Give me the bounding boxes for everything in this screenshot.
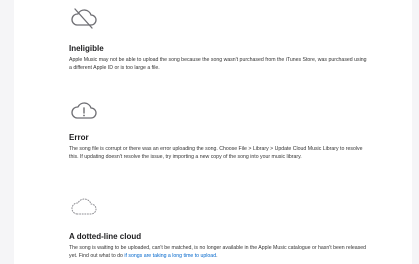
section-ineligible: Ineligible Apple Music may not be able t… xyxy=(69,44,369,72)
text-error: The song file is corrupt or there was an… xyxy=(69,146,363,160)
cloud-exclamation-icon xyxy=(69,98,99,122)
dotted-cloud-icon xyxy=(69,194,99,218)
heading-error: Error xyxy=(69,133,89,142)
link-slow-upload[interactable]: if songs are taking a long time to uploa… xyxy=(124,253,216,259)
text-dotted-cloud: The song is waiting to be uploaded, can'… xyxy=(69,244,369,260)
text-ineligible: Apple Music may not be able to upload th… xyxy=(69,57,367,71)
section-dotted-cloud: A dotted-line cloud The song is waiting … xyxy=(69,232,369,260)
cloud-slash-icon xyxy=(69,6,99,30)
section-error: Error The song file is corrupt or there … xyxy=(69,133,369,161)
text-dotted-suffix: . xyxy=(216,253,218,259)
heading-dotted-cloud: A dotted-line cloud xyxy=(69,232,142,241)
page-content: Ineligible Apple Music may not be able t… xyxy=(14,0,412,264)
heading-ineligible: Ineligible xyxy=(69,44,104,53)
